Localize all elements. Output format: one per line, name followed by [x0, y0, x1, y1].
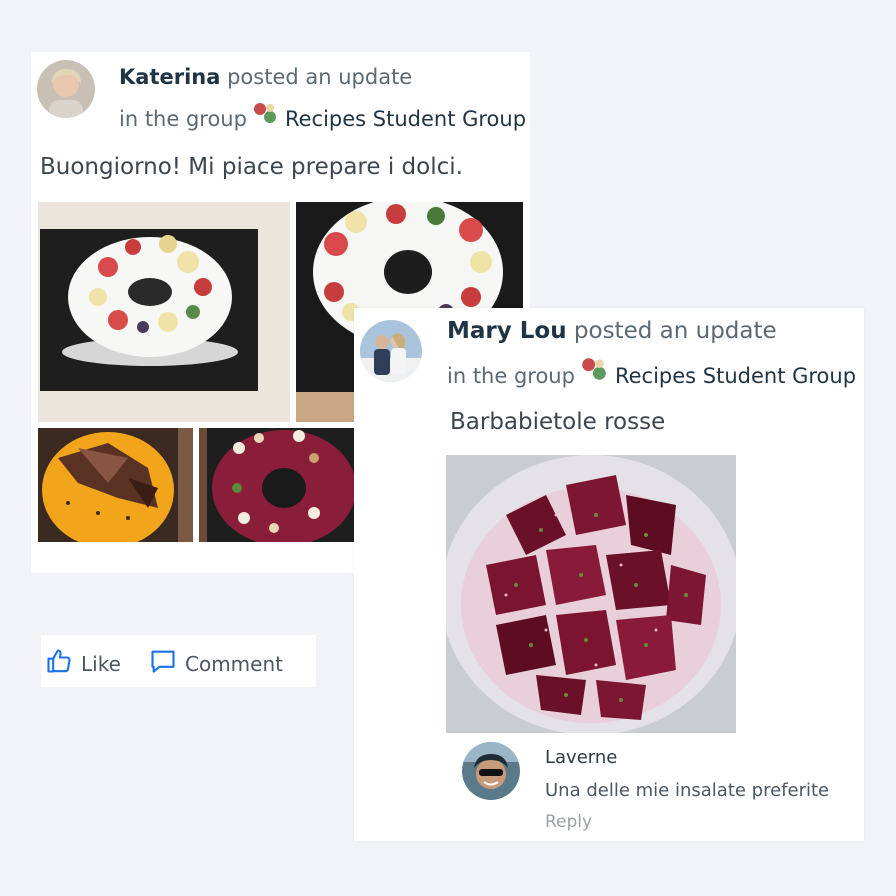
commenter-avatar[interactable]	[462, 742, 520, 800]
group-prefix: in the group	[119, 107, 247, 131]
group-prefix: in the group	[447, 364, 575, 388]
thumbs-up-icon	[45, 647, 81, 680]
post-text: Barbabietole rosse	[450, 409, 666, 435]
post-text: Buongiorno! Mi piace prepare i dolci.	[40, 154, 463, 180]
group-name-link[interactable]: Recipes Student Group	[285, 107, 526, 131]
photo-mango-chocolate-tart[interactable]	[38, 428, 193, 542]
comment-bubble-icon	[149, 647, 185, 680]
post-action: posted an update	[573, 318, 777, 344]
photo-white-ring-cake[interactable]	[38, 202, 290, 422]
post-actions-bar: Like Comment	[41, 635, 316, 687]
post-action: posted an update	[227, 65, 413, 89]
comment-label: Comment	[185, 651, 283, 676]
group-name-link[interactable]: Recipes Student Group	[615, 364, 856, 388]
author-avatar[interactable]	[37, 60, 95, 118]
comment-button[interactable]: Comment	[149, 647, 283, 680]
like-button[interactable]: Like	[45, 647, 121, 680]
group-avatar-icon[interactable]	[250, 99, 279, 132]
author-name[interactable]: Katerina	[119, 65, 220, 89]
author-avatar[interactable]	[360, 320, 422, 382]
author-name[interactable]: Mary Lou	[447, 318, 567, 344]
group-avatar-icon[interactable]	[578, 354, 609, 389]
activity-post-mary-lou: Mary Lou posted an update in the group Re…	[354, 308, 864, 841]
photo-red-beet-salad[interactable]	[446, 455, 736, 733]
like-label: Like	[81, 651, 121, 676]
reply-link[interactable]: Reply	[545, 812, 592, 832]
comment-text: Una delle mie insalate preferite	[545, 780, 830, 801]
comment-author[interactable]: Laverne	[545, 747, 617, 768]
photo-berry-ring-cake[interactable]	[199, 428, 354, 542]
